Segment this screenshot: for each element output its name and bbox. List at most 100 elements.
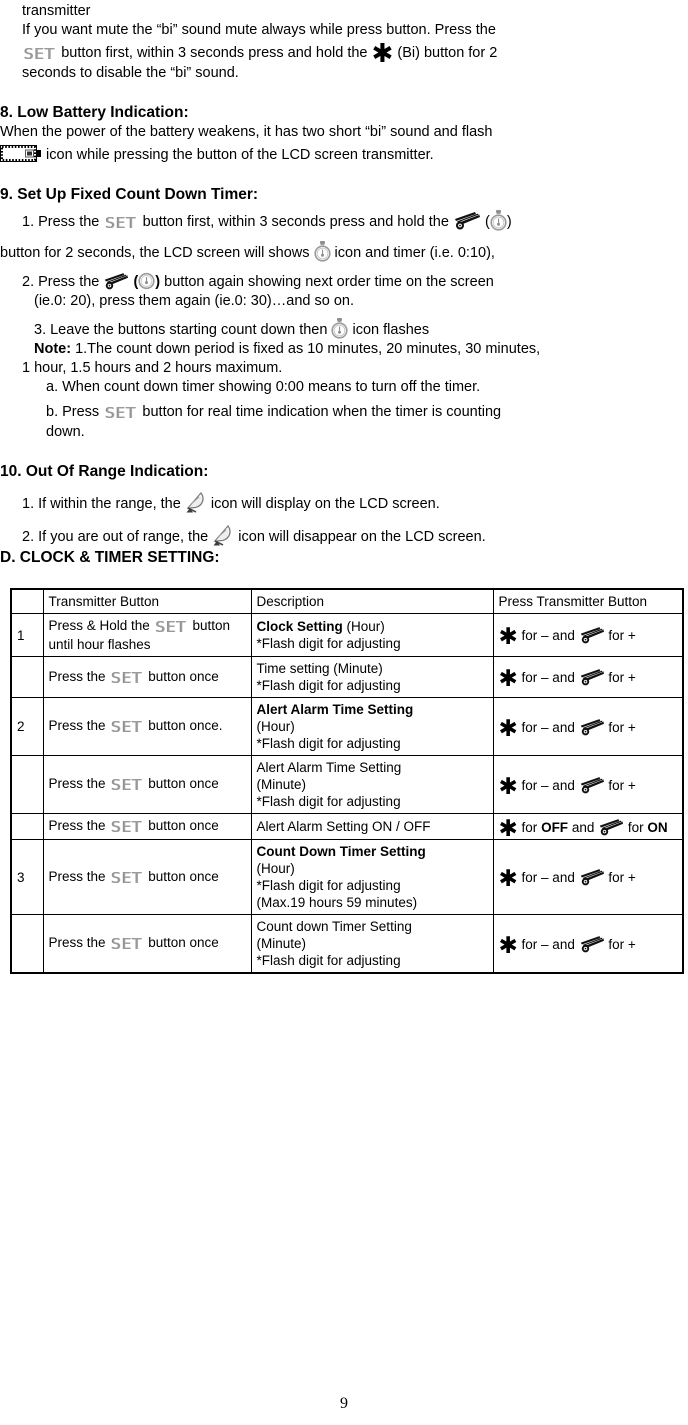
s10-i1-text-b: icon will display on the LCD screen.: [210, 496, 440, 512]
set-button-icon: SET: [111, 818, 143, 836]
desc-line-2: (Hour): [256, 719, 295, 734]
s9-i3-text-a: 3. Leave the buttons starting count down…: [34, 322, 328, 338]
btn-text-post: button once: [148, 868, 219, 884]
press-text-a: for – and: [521, 870, 575, 885]
set-button-icon: SET: [105, 404, 137, 422]
table-cell-number: 3: [10, 839, 44, 915]
desc-rest: Time setting (Minute): [256, 661, 383, 676]
btn-text-pre: Press the: [48, 718, 106, 733]
desc-line-2: *Flash digit for adjusting: [256, 636, 401, 651]
section-9-item-1-line-1: 1. Press the SET button first, within 3 …: [0, 210, 688, 233]
desc-title: Clock Setting: [256, 619, 343, 634]
table-header-press-transmitter-button: Press Transmitter Button: [492, 588, 684, 614]
table-cell-number: [10, 914, 44, 974]
table-row: Press the SET button once Count down Time…: [10, 914, 684, 974]
s9-i1-text-b: button first, within 3 seconds press and…: [142, 214, 449, 230]
s10-i2-text-b: icon will disappear on the LCD screen.: [238, 529, 486, 545]
press-text-b: for ON: [627, 819, 668, 835]
stopwatch-icon: [490, 210, 507, 231]
intro-line-3-text-b: (Bi) button for 2: [397, 45, 498, 61]
table-cell-description: Clock Setting (Hour) *Flash digit for adj…: [250, 613, 494, 657]
page-number: 9: [340, 1395, 348, 1412]
section-8-line-2-text: icon while pressing the button of the LC…: [46, 147, 434, 163]
racing-flag-icon: [453, 211, 481, 230]
table-row: 1 Press & Hold the SET button until hour …: [10, 613, 684, 657]
table-row: Press the SET button once Alert Alarm Set…: [10, 813, 684, 840]
table-row: 3 Press the SET button once Count Down Tim…: [10, 839, 684, 915]
section-10-item-2: 2. If you are out of range, the icon wil…: [0, 524, 688, 547]
racing-flag-icon: [579, 626, 605, 644]
stopwatch-icon: [313, 241, 331, 262]
set-button-icon: SET: [105, 214, 137, 232]
press-text-b: for +: [608, 777, 636, 793]
desc-rest: Alert Alarm Setting ON / OFF: [256, 819, 431, 834]
press-text-b: for +: [608, 936, 636, 952]
btn-text-pre: Press the: [48, 818, 106, 833]
note-b-text-1: b. Press: [46, 404, 100, 420]
note-line-1: 1.The count down period is fixed as 10 m…: [75, 341, 541, 357]
set-button-icon: SET: [111, 718, 143, 736]
desc-line-2: (Hour): [256, 861, 295, 876]
section-10-item-1: 1. If within the range, the icon will di…: [0, 491, 688, 514]
table-header-num: [10, 588, 44, 614]
table-cell-press-transmitter-button: ✱ for – and for +: [492, 697, 684, 756]
low-battery-icon: [0, 145, 42, 162]
section-9-note-a: a. When count down timer showing 0:00 me…: [46, 379, 481, 395]
s9-i1-text-c: button for 2 seconds, the LCD screen wil…: [0, 245, 310, 261]
intro-line-2: If you want mute the “bi” sound mute alw…: [22, 22, 496, 38]
desc-line-3: *Flash digit for adjusting: [256, 878, 401, 893]
table-row: Press the SET button once Time setting (M…: [10, 656, 684, 698]
table-cell-number: [10, 755, 44, 814]
racing-flag-icon: [579, 935, 605, 953]
s10-i1-text-a: 1. If within the range, the: [22, 496, 181, 512]
table-cell-press-transmitter-button: ✱ for – and for +: [492, 613, 684, 657]
section-10-heading: 10. Out Of Range Indication:: [0, 463, 209, 480]
section-9-note-line-1: Note: 1.The count down period is fixed a…: [0, 340, 688, 359]
table-cell-description: Time setting (Minute) *Flash digit for ad…: [250, 656, 494, 698]
section-8-line-1: When the power of the battery weakens, i…: [0, 124, 493, 140]
desc-rest: Count down Timer Setting: [256, 919, 412, 934]
desc-title: Alert Alarm Time Setting: [256, 702, 414, 717]
press-text-a: for – and: [521, 719, 575, 735]
btn-text-pre: Press the: [48, 868, 106, 884]
table-header-description: Description: [250, 588, 494, 614]
desc-line-3: *Flash digit for adjusting: [256, 736, 401, 751]
note-b-text-2: button for real time indication when the…: [142, 404, 502, 420]
section-8-line-2: icon while pressing the button of the LC…: [0, 145, 688, 165]
set-button-icon: SET: [111, 668, 143, 687]
section-9-note-line-2: 1 hour, 1.5 hours and 2 hours maximum.: [22, 360, 283, 376]
table-body: 1 Press & Hold the SET button until hour …: [10, 613, 684, 974]
btn-text-pre: Press the: [48, 935, 106, 950]
desc-rest: Alert Alarm Time Setting: [256, 760, 402, 775]
table-cell-transmitter-button: Press the SET button once: [42, 839, 252, 915]
table-cell-transmitter-button: Press the SET button once: [42, 914, 252, 974]
intro-line-3-text-a: button first, within 3 seconds press and…: [61, 45, 368, 61]
table-cell-description: Alert Alarm Time Setting (Hour) *Flash dig…: [250, 697, 494, 756]
section-9-heading: 9. Set Up Fixed Count Down Timer:: [0, 186, 259, 203]
btn-text-post: button once: [148, 935, 219, 950]
btn-text-post: button once: [148, 668, 219, 684]
set-button-icon: SET: [111, 868, 143, 887]
s9-i3-text-b: icon flashes: [352, 322, 430, 338]
section-9-note-b-line-2: down.: [46, 424, 85, 440]
table-cell-description: Alert Alarm Time Setting (Minute) *Flash d…: [250, 755, 494, 814]
desc-line-2: (Minute): [256, 777, 307, 792]
section-9-item-2-line-1: 2. Press the ( ) button again showing ne…: [0, 270, 688, 292]
s10-i2-text-a: 2. If you are out of range, the: [22, 529, 209, 545]
set-button-icon: SET: [111, 776, 143, 794]
section-9-note-b-line-1: b. Press SET button for real time indica…: [0, 403, 688, 423]
section-9-item-2-line-2: (ie.0: 20), press them again (ie.0: 30)……: [34, 293, 354, 309]
btn-text-pre: Press the: [48, 776, 106, 791]
btn-text-post: button once.: [148, 718, 223, 733]
table-cell-transmitter-button: Press the SET button once: [42, 813, 252, 840]
table-cell-description: Count down Timer Setting (Minute) *Flash d…: [250, 914, 494, 974]
racing-flag-icon: [579, 868, 605, 886]
press-text-b: for +: [608, 719, 636, 735]
desc-title: Count Down Timer Setting: [256, 844, 426, 859]
satellite-dish-icon: [185, 491, 207, 514]
table-header-transmitter-button: Transmitter Button: [42, 588, 252, 614]
stopwatch-icon: [138, 270, 155, 291]
btn-text-pre: Press & Hold the: [48, 618, 150, 633]
table-cell-press-transmitter-button: ✱ for – and for +: [492, 656, 684, 698]
